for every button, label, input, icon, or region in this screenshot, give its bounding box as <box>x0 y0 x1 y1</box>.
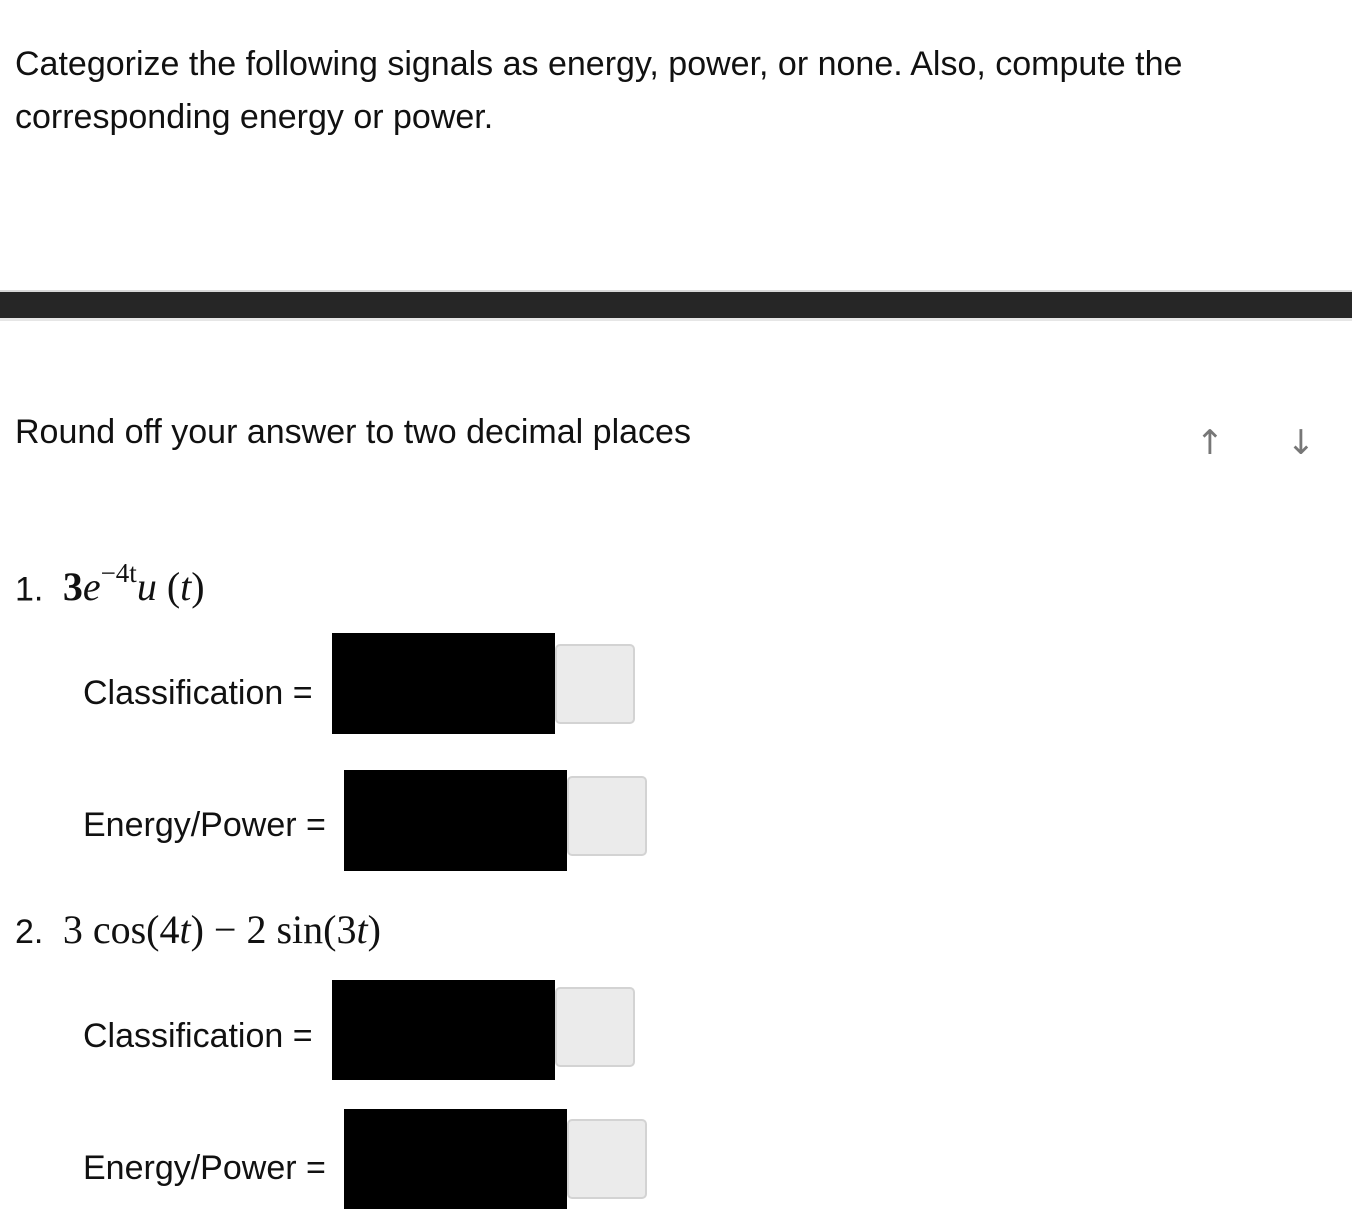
energy-power-label-1: Energy/Power = <box>83 806 326 844</box>
coefficient: 3 <box>62 564 83 610</box>
expr-part-3: ) <box>367 907 381 952</box>
exp-base: e <box>82 564 101 610</box>
step-function: u <box>136 564 157 610</box>
close-paren: ) <box>191 564 205 610</box>
divider-highlight <box>0 318 1352 321</box>
energy-power-submit-button-2[interactable] <box>567 1119 647 1199</box>
expr-var-1: t <box>179 907 191 952</box>
classification-answer-1[interactable] <box>332 633 555 734</box>
argument: t <box>180 564 192 610</box>
section-divider <box>0 292 1352 318</box>
classification-submit-button-2[interactable] <box>555 987 635 1067</box>
energy-power-label-2: Energy/Power = <box>83 1149 326 1187</box>
expr-part-1: 3 cos(4 <box>62 907 180 952</box>
arrow-down-icon[interactable]: ↓ <box>1281 418 1321 468</box>
classification-label-2: Classification = <box>83 1017 313 1055</box>
exponent: −4t <box>100 558 137 588</box>
expr-var-2: t <box>356 907 368 952</box>
problem-number: 2. <box>15 913 44 951</box>
energy-power-answer-2[interactable] <box>344 1109 567 1209</box>
problem-2-heading: 2. 3 cos(4t) − 2 sin(3t) <box>15 906 381 953</box>
question-prompt-line-1: Categorize the following signals as ener… <box>15 45 1183 83</box>
energy-power-submit-button-1[interactable] <box>567 776 647 856</box>
question-prompt: Categorize the following signals as ener… <box>15 38 1315 144</box>
open-paren: ( <box>156 564 181 610</box>
classification-answer-2[interactable] <box>332 980 555 1080</box>
classification-label-1: Classification = <box>83 674 313 712</box>
question-prompt-line-2: corresponding energy or power. <box>15 98 494 136</box>
expr-part-2: ) − 2 sin(3 <box>190 907 357 952</box>
problem-number: 1. <box>15 570 44 609</box>
problem-1-heading: 1. 3e−4tu (t) <box>15 558 205 610</box>
problem-1-expression: 3e−4tu (t) <box>53 558 205 610</box>
energy-power-answer-1[interactable] <box>344 770 567 871</box>
arrow-up-icon[interactable]: ↑ <box>1190 418 1230 468</box>
rounding-instruction: Round off your answer to two decimal pla… <box>15 413 691 451</box>
classification-submit-button-1[interactable] <box>555 644 635 724</box>
problem-2-expression: 3 cos(4t) − 2 sin(3t) <box>53 907 381 952</box>
